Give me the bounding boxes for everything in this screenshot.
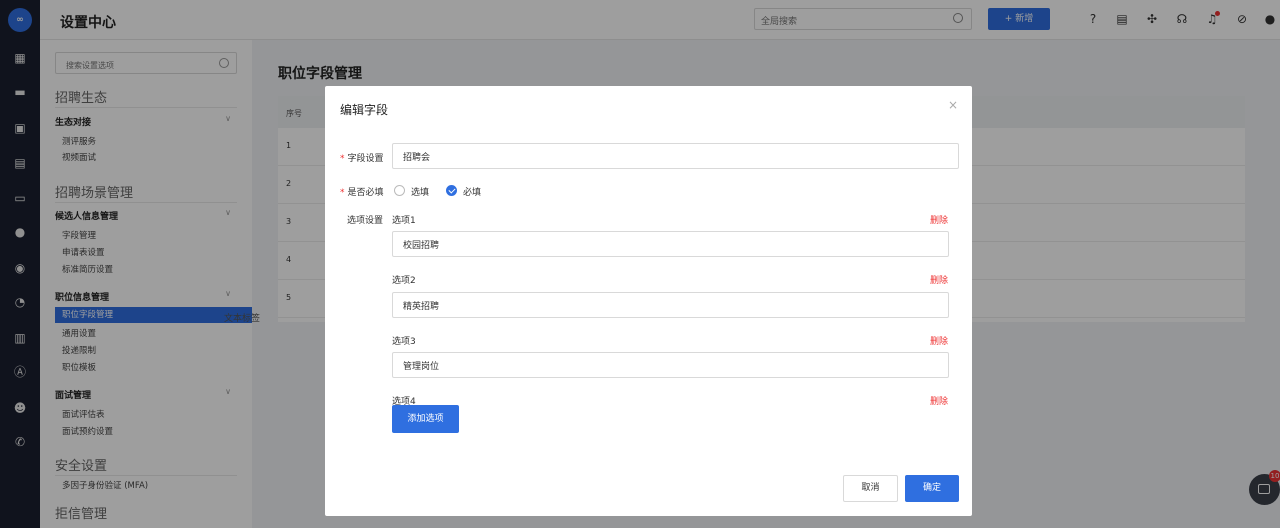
option-input[interactable]	[393, 293, 948, 317]
delete-option-button[interactable]: 删除	[930, 334, 948, 347]
delete-option-button[interactable]: 删除	[930, 273, 948, 286]
option-input-box[interactable]	[392, 292, 949, 318]
confirm-button[interactable]: 确定	[905, 475, 959, 502]
options-setting-label: 选项设置	[347, 216, 384, 226]
close-icon[interactable]: ×	[948, 98, 958, 112]
modal-title: 编辑字段	[340, 103, 389, 117]
required-label: * 是否必填	[340, 188, 384, 198]
optional-radio-label[interactable]: 选填	[411, 185, 429, 198]
option-label: 选项1	[392, 216, 416, 226]
option-input-box[interactable]	[392, 352, 949, 378]
option-input-box[interactable]	[392, 231, 949, 257]
option-label: 选项2	[392, 276, 416, 286]
option-input[interactable]	[393, 353, 948, 377]
required-radio[interactable]	[446, 185, 457, 196]
option-label: 选项3	[392, 337, 416, 347]
add-option-button[interactable]: 添加选项	[392, 405, 459, 433]
delete-option-button[interactable]: 删除	[930, 394, 948, 407]
edit-field-modal: 编辑字段 × *字段设置 *是否必填 选填 必填 选项设置 选项1 删除 选项2…	[325, 86, 972, 516]
delete-option-button[interactable]: 删除	[930, 213, 948, 226]
cancel-button[interactable]: 取消	[843, 475, 898, 502]
option-input[interactable]	[393, 232, 948, 256]
field-setting-label: * 字段设置	[340, 154, 384, 164]
required-radio-label[interactable]: 必填	[463, 185, 481, 198]
optional-radio[interactable]	[394, 185, 405, 196]
field-name-input-box[interactable]	[392, 143, 959, 169]
field-name-input[interactable]	[393, 144, 958, 168]
